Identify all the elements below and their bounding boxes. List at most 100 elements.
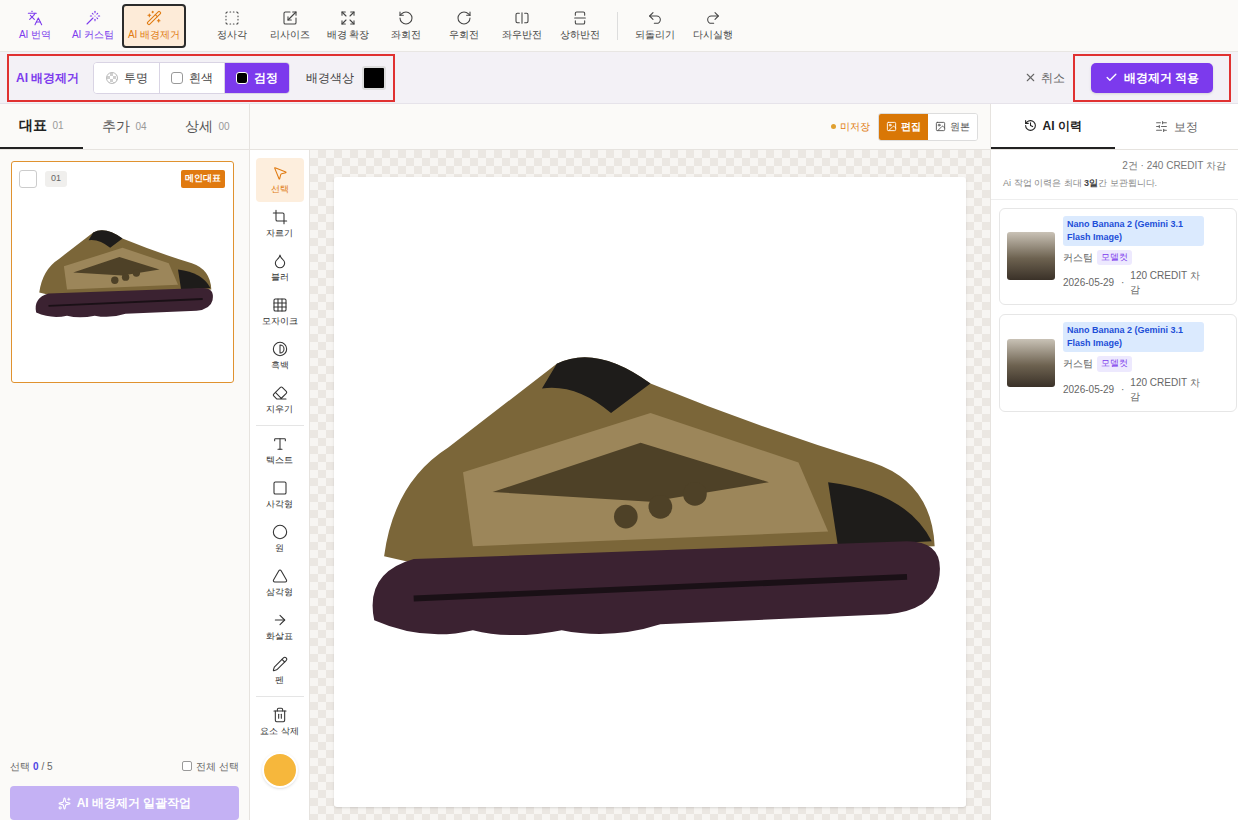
history-credits: 120 CREDIT 차감	[1130, 269, 1202, 297]
image-card[interactable]: 01메인대표	[11, 161, 234, 383]
check-icon	[1105, 71, 1118, 84]
tool-button[interactable]: 선택	[256, 158, 304, 202]
image-icon	[935, 121, 946, 132]
tool-icon	[272, 436, 288, 452]
toolbar-button[interactable]: 좌우반전	[493, 4, 551, 48]
toolbar-icon	[705, 10, 721, 26]
tool-button[interactable]: 지우기	[256, 378, 304, 422]
history-card[interactable]: Nano Banana 2 (Gemini 3.1 Flash Image)커스…	[999, 208, 1237, 306]
image-thumbnail	[20, 170, 225, 374]
bg-removal-title: AI 배경제거	[16, 69, 79, 87]
tool-icon	[272, 341, 288, 357]
tool-button[interactable]: 펜	[256, 649, 304, 693]
tool-separator	[256, 425, 304, 426]
batch-button[interactable]: AI 배경제거 일괄작업	[10, 786, 239, 820]
toolbar-button[interactable]: AI 배경제거	[122, 4, 186, 48]
tool-icon	[272, 253, 288, 269]
tool-icon	[272, 524, 288, 540]
app: AI 번역AI 커스텀AI 배경제거정사각리사이즈배경 확장좌회전우회전좌우반전…	[0, 0, 1238, 820]
meta-separator: ·	[1121, 276, 1124, 290]
history-tabs: AI 이력보정	[991, 104, 1238, 150]
tab-icon	[1024, 119, 1037, 132]
panel-tab[interactable]: 보정	[1115, 104, 1238, 149]
toolbar-icon	[514, 10, 530, 26]
tool-button[interactable]: 원	[256, 517, 304, 561]
panel-tab[interactable]: AI 이력	[991, 104, 1115, 149]
toolbar-button[interactable]: 배경 확장	[319, 4, 377, 48]
canvas[interactable]	[334, 177, 966, 807]
select-all[interactable]: 전체 선택	[182, 759, 239, 774]
toolbar-icon	[456, 10, 472, 26]
apply-highlight: 배경제거 적용	[1073, 54, 1231, 102]
main: 대표01추가04상세00 01메인대표선택0/ 5 전체 선택 AI 배경제거 일괄작…	[0, 104, 1238, 820]
bg-option[interactable]: 투명	[94, 63, 159, 93]
meta-separator: ·	[1121, 383, 1124, 397]
tool-button[interactable]: 삼각형	[256, 561, 304, 605]
toolbar-icon	[85, 10, 101, 26]
tool-button[interactable]: 요소 삭제	[256, 700, 304, 744]
main-badge: 메인대표	[181, 170, 225, 188]
history-details: Nano Banana 2 (Gemini 3.1 Flash Image)커스…	[1063, 216, 1204, 298]
toolbar: AI 번역AI 커스텀AI 배경제거 정사각리사이즈배경 확장좌회전우회전좌우반전…	[0, 0, 1238, 52]
image-tabs: 대표01추가04상세00	[0, 104, 249, 150]
history-tag: 모델컷	[1097, 356, 1132, 372]
select-all-checkbox[interactable]	[182, 761, 192, 771]
bg-option[interactable]: 검정	[224, 63, 289, 93]
view-mode-button[interactable]: 편집	[879, 114, 928, 140]
close-icon	[1024, 71, 1037, 84]
editor-header: 미저장 편집원본	[250, 104, 990, 150]
cancel-button[interactable]: 취소	[1024, 69, 1065, 87]
tool-column: 선택자르기블러모자이크흑백지우기텍스트사각형원삼각형화살표펜요소 삭제	[250, 150, 310, 820]
save-status: 미저장	[831, 119, 870, 134]
bg-option-swatch-icon	[236, 72, 248, 84]
toolbar-button[interactable]: 되돌리기	[626, 4, 684, 48]
tool-button[interactable]: 사각형	[256, 473, 304, 517]
image-tab[interactable]: 상세00	[166, 104, 249, 149]
selection-count: 선택0/ 5	[10, 759, 53, 774]
history-credits: 120 CREDIT 차감	[1130, 376, 1202, 404]
image-footer: 선택0/ 5 전체 선택 AI 배경제거 일괄작업	[0, 750, 249, 820]
history-type-row: 커스텀모델컷	[1063, 356, 1204, 372]
color-picker[interactable]	[262, 752, 298, 788]
view-mode-toggle: 편집원본	[878, 113, 978, 141]
toolbar-icon	[146, 10, 162, 26]
toolbar-button[interactable]: 정사각	[203, 4, 261, 48]
tool-button[interactable]: 텍스트	[256, 429, 304, 473]
bg-option-group: 투명흰색검정	[93, 62, 290, 94]
image-tab[interactable]: 추가04	[83, 104, 166, 149]
bg-option[interactable]: 흰색	[159, 63, 224, 93]
toolbar-button[interactable]: 우회전	[435, 4, 493, 48]
editor: 미저장 편집원본선택자르기블러모자이크흑백지우기텍스트사각형원삼각형화살표펜요소 …	[250, 104, 990, 820]
toolbar-icon	[572, 10, 588, 26]
bg-option-swatch-icon	[106, 72, 118, 84]
history-notice: Ai 작업 이력은 최대 3일간 보관됩니다.	[1003, 177, 1226, 191]
toolbar-button[interactable]: AI 커스텀	[64, 4, 122, 48]
bg-color-swatch[interactable]	[362, 66, 386, 90]
tool-button[interactable]: 블러	[256, 246, 304, 290]
apply-button[interactable]: 배경제거 적용	[1091, 63, 1213, 93]
toolbar-button[interactable]: 좌회전	[377, 4, 435, 48]
toolbar-button[interactable]: AI 번역	[6, 4, 64, 48]
bg-removal-bar: AI 배경제거투명흰색검정배경색상취소배경제거 적용	[0, 52, 1238, 104]
image-checkbox[interactable]	[19, 170, 37, 188]
tool-button[interactable]: 모자이크	[256, 290, 304, 334]
tool-icon	[272, 209, 288, 225]
tool-button[interactable]: 흑백	[256, 334, 304, 378]
toolbar-button[interactable]: 리사이즈	[261, 4, 319, 48]
canvas-area	[310, 150, 990, 820]
view-mode-button[interactable]: 원본	[928, 114, 977, 140]
history-panel: AI 이력보정2건 · 240 CREDIT 차감Ai 작업 이력은 최대 3일…	[990, 104, 1238, 820]
history-tag: 모델컷	[1097, 250, 1132, 266]
sparkles-icon	[58, 797, 71, 810]
toolbar-button[interactable]: 상하반전	[551, 4, 609, 48]
toolbar-button[interactable]: 다시실행	[684, 4, 742, 48]
image-panel: 대표01추가04상세00 01메인대표선택0/ 5 전체 선택 AI 배경제거 일괄작…	[0, 104, 250, 820]
tool-button[interactable]: 자르기	[256, 202, 304, 246]
selection-row: 선택0/ 5 전체 선택	[10, 758, 239, 774]
editor-body: 선택자르기블러모자이크흑백지우기텍스트사각형원삼각형화살표펜요소 삭제	[250, 150, 990, 820]
tool-icon	[272, 385, 288, 401]
tool-button[interactable]: 화살표	[256, 605, 304, 649]
tool-separator	[256, 696, 304, 697]
history-card[interactable]: Nano Banana 2 (Gemini 3.1 Flash Image)커스…	[999, 314, 1237, 412]
image-tab[interactable]: 대표01	[0, 104, 83, 149]
